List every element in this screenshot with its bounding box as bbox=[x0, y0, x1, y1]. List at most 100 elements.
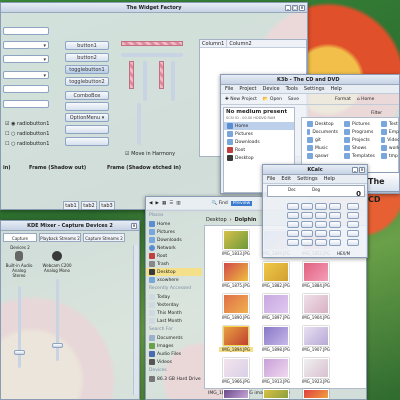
file-item[interactable]: Emp bbox=[378, 128, 399, 136]
recent-today[interactable]: Today bbox=[146, 293, 202, 301]
place-root[interactable]: Root bbox=[146, 252, 202, 260]
menu-help[interactable]: Help bbox=[330, 85, 341, 93]
image-thumbnail[interactable] bbox=[303, 294, 329, 314]
close-icon[interactable]: × bbox=[131, 223, 137, 229]
calc-key[interactable] bbox=[315, 239, 327, 246]
place-downloads[interactable]: Downloads bbox=[146, 236, 202, 244]
calc-key[interactable] bbox=[315, 203, 327, 210]
scale-vertical-2[interactable] bbox=[171, 61, 175, 101]
file-item[interactable]: Video bbox=[378, 136, 399, 144]
menu-tools[interactable]: Tools bbox=[286, 85, 298, 93]
image-thumbnail[interactable] bbox=[303, 358, 329, 378]
place-trash[interactable]: Trash bbox=[146, 260, 202, 268]
calc-key[interactable] bbox=[287, 239, 299, 246]
calc-key[interactable] bbox=[347, 203, 359, 210]
calc-key[interactable] bbox=[315, 221, 327, 228]
file-item[interactable]: Shows bbox=[341, 144, 375, 152]
kmix-titlebar[interactable]: KDE Mixer - Capture Devices 2 × bbox=[1, 221, 139, 231]
menu-file[interactable]: File bbox=[225, 85, 233, 93]
place-network[interactable]: Network bbox=[146, 244, 202, 252]
option-menu-2[interactable] bbox=[65, 125, 109, 134]
togglebutton1[interactable]: togglebutton1 bbox=[65, 65, 109, 74]
preview-button[interactable]: Preview bbox=[230, 201, 253, 206]
file-item[interactable]: tmp bbox=[378, 152, 399, 160]
menu-settings[interactable]: Settings bbox=[297, 175, 318, 183]
file-item[interactable]: qaswr bbox=[304, 152, 338, 160]
file-item[interactable]: Desktop bbox=[304, 120, 338, 128]
tree-item-pictures[interactable]: Pictures bbox=[224, 130, 294, 138]
minimize-icon[interactable]: _ bbox=[285, 5, 291, 11]
volume-slider-1[interactable] bbox=[13, 286, 25, 368]
place-xsowhere[interactable]: xsowhere bbox=[146, 276, 202, 284]
file-item[interactable]: Programs bbox=[341, 128, 375, 136]
image-thumbnail[interactable] bbox=[303, 326, 329, 346]
option-menu-3[interactable] bbox=[65, 137, 109, 146]
image-thumbnail[interactable] bbox=[263, 358, 289, 378]
image-thumbnail[interactable] bbox=[223, 358, 249, 378]
tab-capture-streams[interactable]: Capture Streams 2 bbox=[83, 233, 125, 242]
device-hard-drive[interactable]: 86.3 GB Hard Drive bbox=[146, 375, 202, 383]
spin-entry[interactable]: ▾ bbox=[3, 71, 49, 79]
search-documents[interactable]: Documents bbox=[146, 334, 202, 342]
widget-factory-titlebar[interactable]: The Widget Factory _ □ × bbox=[1, 3, 307, 13]
search-audio[interactable]: Audio Files bbox=[146, 350, 202, 358]
tab-playback-streams[interactable]: Playback Streams 2 bbox=[39, 233, 81, 242]
column-header-2[interactable]: Column2 bbox=[227, 40, 253, 47]
file-item[interactable]: work bbox=[378, 144, 399, 152]
open-button[interactable]: 📂 Open bbox=[263, 97, 282, 102]
menu-device[interactable]: Device bbox=[262, 85, 279, 93]
home-button[interactable]: ⌂ Home bbox=[357, 97, 375, 102]
file-item[interactable]: git bbox=[304, 136, 338, 144]
tree-item-desktop[interactable]: Desktop bbox=[224, 154, 294, 162]
close-icon[interactable]: × bbox=[299, 5, 305, 11]
recent-this-month[interactable]: This Month bbox=[146, 309, 202, 317]
tree-item-root[interactable]: Root bbox=[224, 146, 294, 154]
recent-yesterday[interactable]: Yesterday bbox=[146, 301, 202, 309]
file-item[interactable]: Pictures bbox=[341, 120, 375, 128]
menu-project[interactable]: Project bbox=[239, 85, 256, 93]
calc-key[interactable] bbox=[315, 230, 327, 237]
tab-capture-devices[interactable]: Capture Devices 2 bbox=[3, 233, 37, 250]
calc-key[interactable] bbox=[287, 230, 299, 237]
radio-row-2[interactable]: ☐ ○ radiobutton1 bbox=[5, 131, 49, 137]
tab-1[interactable]: tab1 bbox=[63, 201, 79, 209]
search-videos[interactable]: Videos bbox=[146, 358, 202, 366]
entry-field[interactable] bbox=[3, 27, 49, 35]
calc-key[interactable] bbox=[347, 221, 359, 228]
calc-key[interactable] bbox=[301, 203, 313, 210]
menu-settings[interactable]: Settings bbox=[304, 85, 325, 93]
calc-key[interactable] bbox=[347, 230, 359, 237]
image-thumbnail[interactable] bbox=[223, 389, 249, 399]
k3b-titlebar[interactable]: K3b - The CD and DVD bbox=[221, 75, 399, 85]
option-menu[interactable]: OptionMenu ▾ bbox=[65, 113, 109, 122]
radio-row-1[interactable]: ☑ ◉ radiobutton1 bbox=[5, 121, 49, 127]
calc-key[interactable] bbox=[287, 212, 299, 219]
calc-key[interactable] bbox=[329, 239, 341, 246]
maximize-icon[interactable]: □ bbox=[292, 5, 298, 11]
scale-horizontal[interactable] bbox=[121, 53, 183, 57]
image-thumbnail[interactable] bbox=[263, 294, 289, 314]
calc-key[interactable] bbox=[315, 212, 327, 219]
view-icons-icon[interactable]: ▦ bbox=[162, 201, 166, 206]
slider-handle[interactable] bbox=[13, 350, 25, 355]
place-pictures[interactable]: Pictures bbox=[146, 228, 202, 236]
menu-file[interactable]: File bbox=[267, 175, 275, 183]
calc-key[interactable] bbox=[287, 221, 299, 228]
image-thumbnail[interactable] bbox=[303, 389, 329, 399]
scale-vertical-3[interactable] bbox=[137, 103, 141, 145]
calc-key[interactable] bbox=[301, 230, 313, 237]
image-thumbnail[interactable] bbox=[303, 262, 329, 282]
volume-slider-2[interactable] bbox=[51, 279, 63, 361]
menu-edit[interactable]: Edit bbox=[281, 175, 291, 183]
slider-handle[interactable] bbox=[51, 343, 63, 348]
image-thumbnail[interactable] bbox=[223, 230, 249, 250]
view-details-icon[interactable]: ☰ bbox=[169, 201, 173, 206]
file-item[interactable]: Test bbox=[378, 120, 399, 128]
combobox-2[interactable] bbox=[65, 102, 109, 111]
minimize-icon[interactable]: _ bbox=[352, 167, 358, 173]
filter-field[interactable]: Filter bbox=[371, 111, 382, 116]
new-project-button[interactable]: ✚ New Project bbox=[225, 97, 257, 102]
kmix-scrollbar[interactable] bbox=[133, 245, 138, 395]
calc-key[interactable] bbox=[329, 230, 341, 237]
breadcrumb-dolphin[interactable]: Dolphin bbox=[235, 217, 257, 223]
